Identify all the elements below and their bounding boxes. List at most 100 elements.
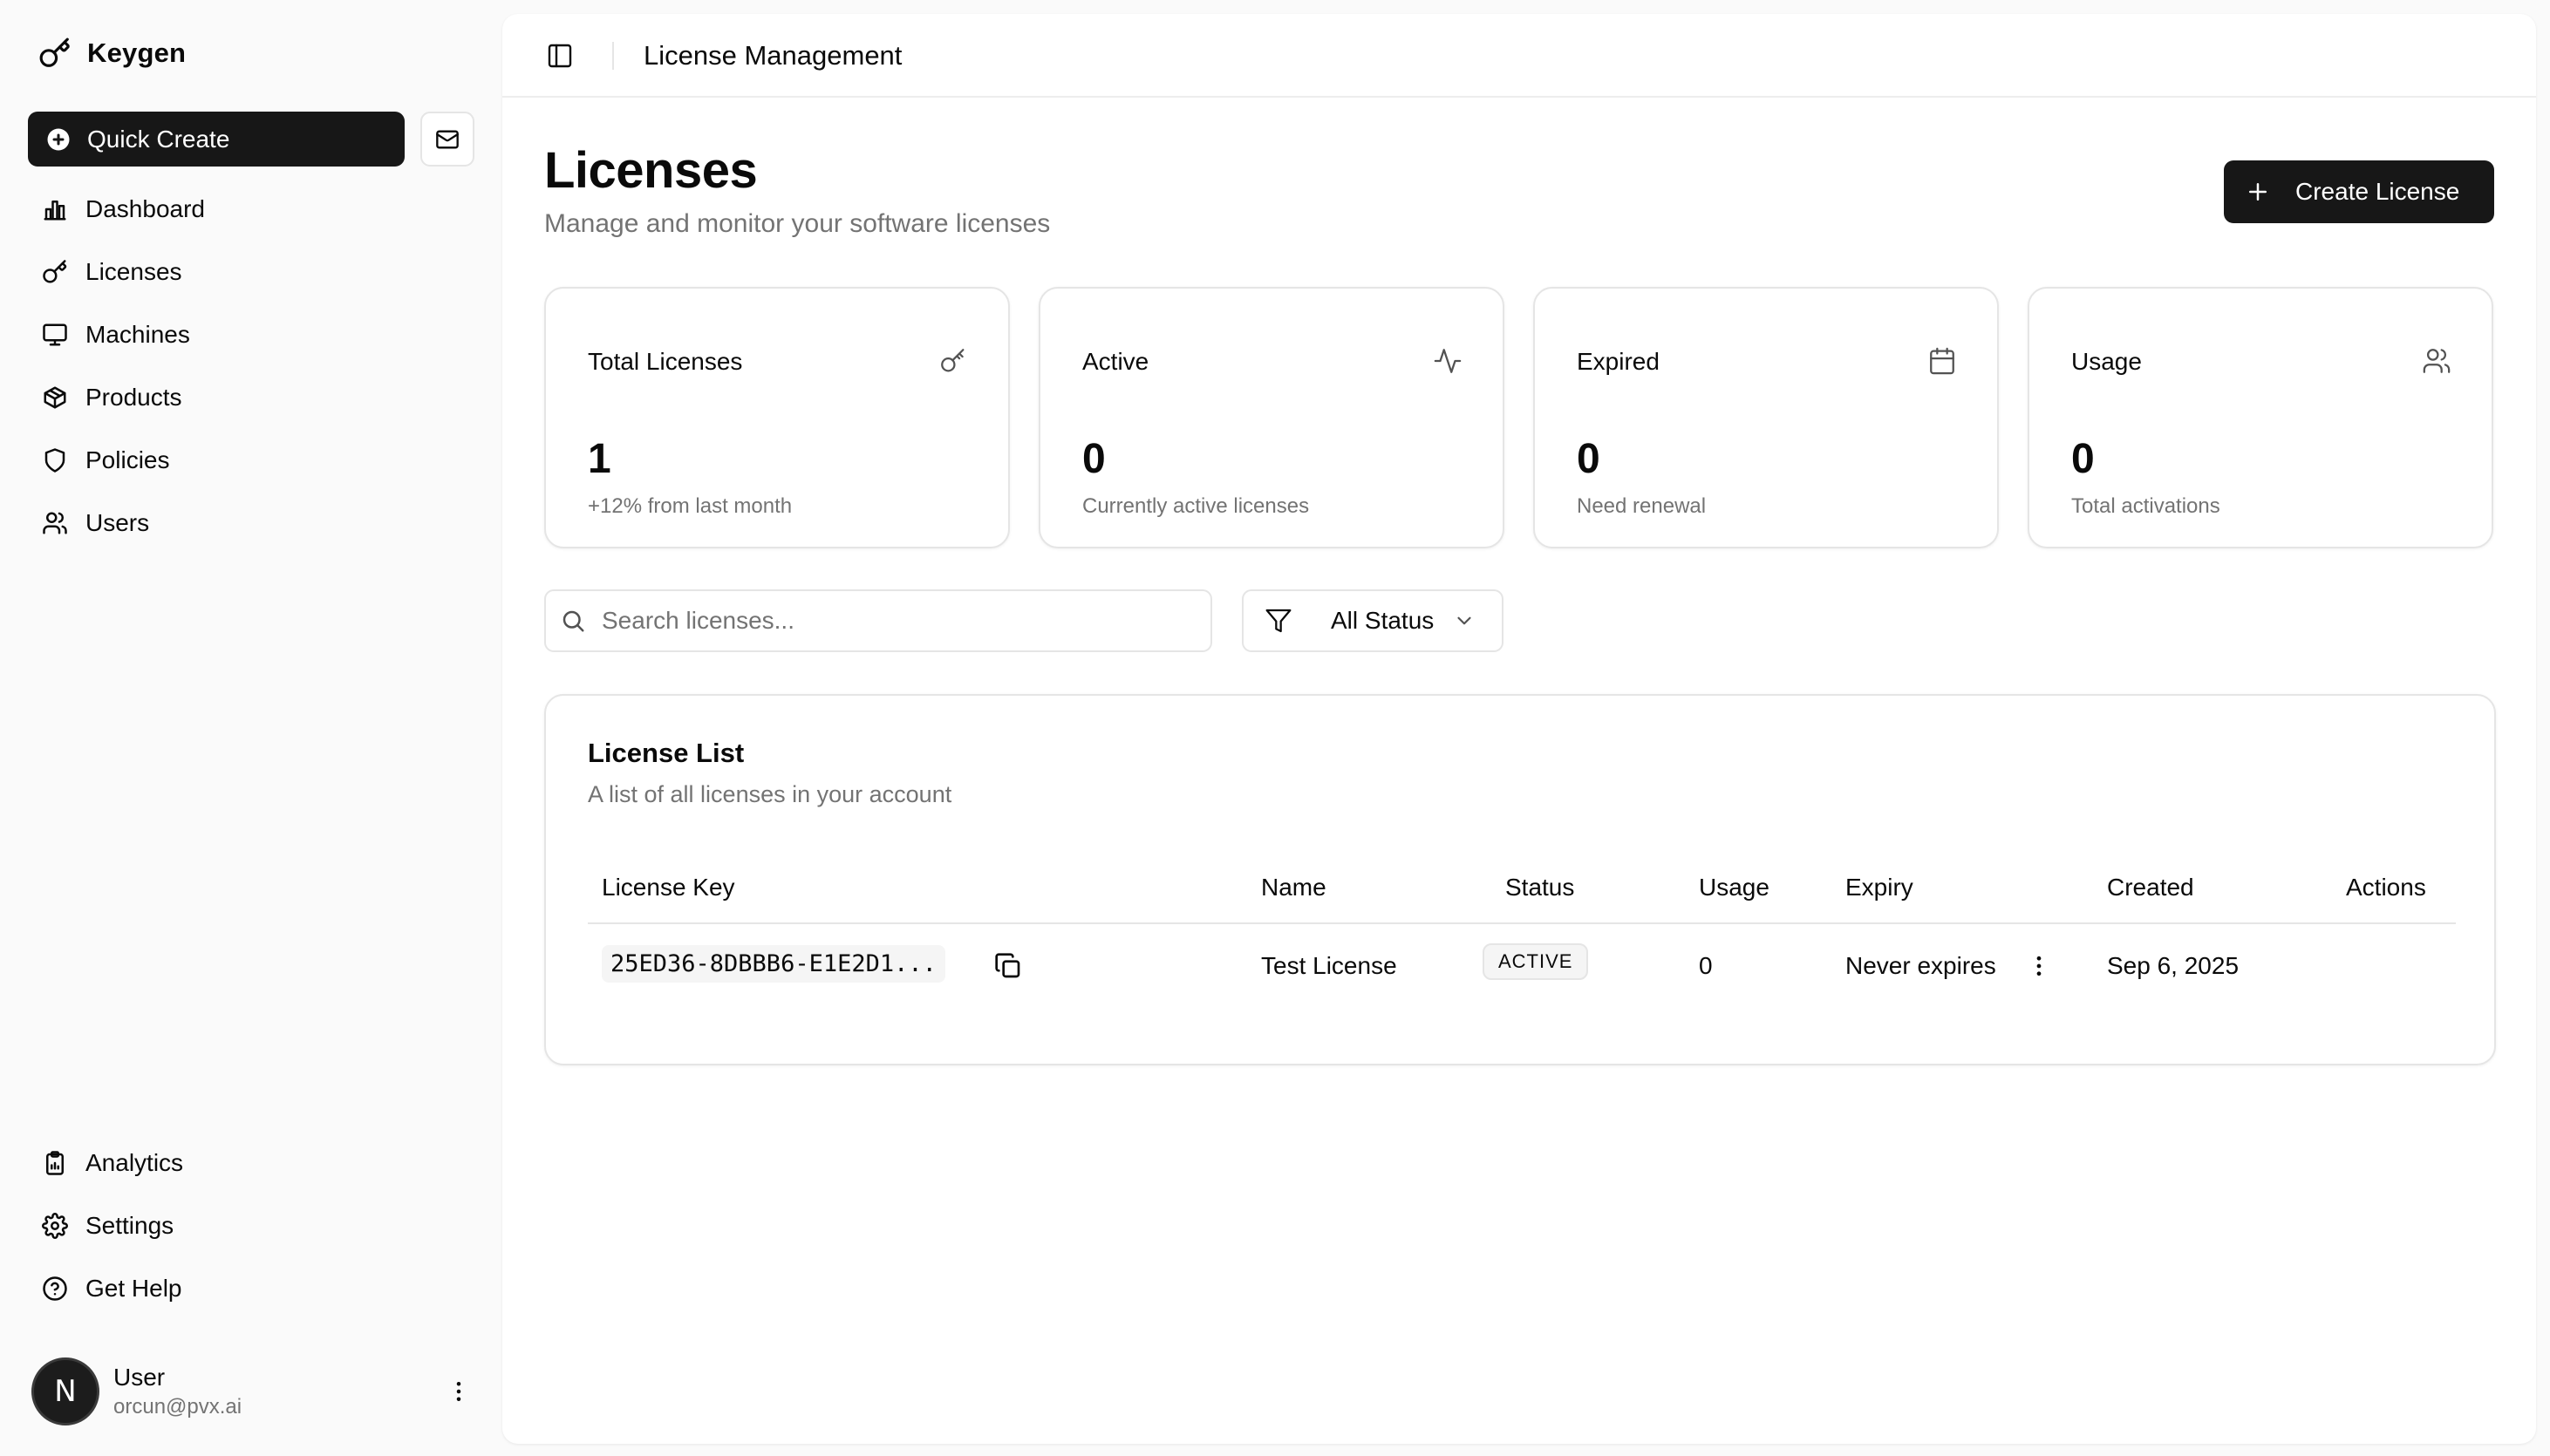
chevron-down-icon (1457, 616, 1471, 625)
panel-left-icon (548, 44, 572, 68)
sidebar-item-label: Analytics (85, 1149, 184, 1176)
sidebar-item-label: Settings (85, 1212, 174, 1239)
key-icon (39, 37, 70, 67)
sidebar-item-licenses[interactable]: Licenses (28, 245, 474, 299)
stat-note: Currently active licenses (1082, 494, 1310, 518)
more-vertical-icon (456, 1382, 461, 1401)
users-icon (2423, 349, 2451, 373)
sidebar-item-products[interactable]: Products (28, 371, 474, 425)
license-list-title: License List (588, 738, 745, 768)
table-header-divider (588, 922, 2456, 924)
stat-card-expired: Expired 0 Need renewal (1533, 287, 1999, 548)
key-icon (941, 349, 965, 372)
calendar-icon (1930, 347, 1954, 375)
column-header-usage: Usage (1699, 874, 1769, 901)
stat-value: 0 (2071, 436, 2095, 482)
sidebar: Keygen Quick Create Dashboard Licenses M… (0, 0, 502, 1456)
license-list-card: License List A list of all licenses in y… (544, 694, 2496, 1065)
stat-note: Need renewal (1577, 494, 1707, 518)
package-icon (44, 386, 66, 409)
quick-create-button[interactable]: Quick Create (28, 112, 405, 167)
brand[interactable]: Keygen (38, 37, 186, 70)
column-header-actions: Actions (2346, 874, 2426, 901)
status-badge: ACTIVE (1483, 943, 1589, 980)
stat-value: 1 (588, 436, 611, 482)
quick-create-label: Quick Create (87, 125, 230, 153)
user-card[interactable]: N User orcun@pvx.ai (31, 1357, 476, 1426)
column-header-expiry: Expiry (1845, 874, 1913, 901)
shield-icon (44, 448, 65, 473)
copy-key-button[interactable] (991, 949, 1026, 983)
sidebar-item-policies[interactable]: Policies (28, 433, 474, 487)
stat-card-usage: Usage 0 Total activations (2028, 287, 2493, 548)
page-subtitle: Manage and monitor your software license… (544, 209, 1051, 238)
gear-icon (42, 1213, 68, 1239)
status-filter-value: All Status (1331, 607, 1435, 634)
avatar: N (31, 1357, 99, 1425)
inbox-button[interactable] (420, 112, 474, 167)
activity-icon (1434, 349, 1462, 373)
clipboard-icon (46, 1151, 64, 1175)
license-usage: 0 (1699, 952, 1713, 979)
license-key: 25ED36-8DBBB6-E1E2D1... (602, 945, 945, 983)
search-box (544, 589, 1212, 652)
main-panel: License Management Licenses Manage and m… (502, 14, 2536, 1444)
stat-card-active: Active 0 Currently active licenses (1039, 287, 1504, 548)
license-expiry: Never expires (1845, 952, 1996, 979)
row-actions-button[interactable] (2022, 949, 2056, 983)
sidebar-item-settings[interactable]: Settings (28, 1199, 474, 1253)
brand-name: Keygen (87, 37, 187, 68)
copy-icon (995, 953, 1020, 978)
stat-value: 0 (1577, 436, 1600, 482)
topbar-divider (612, 42, 614, 70)
search-icon (562, 610, 584, 632)
sidebar-item-label: Products (85, 384, 182, 411)
create-license-label: Create License (2295, 178, 2460, 205)
stat-title: Active (1082, 348, 1149, 375)
more-vertical-icon (2036, 956, 2042, 976)
page-title: Licenses (544, 142, 758, 199)
license-list-description: A list of all licenses in your account (588, 781, 952, 807)
license-created: Sep 6, 2025 (2107, 952, 2240, 979)
sidebar-item-label: Machines (85, 321, 190, 348)
bar-chart-icon (44, 201, 66, 221)
help-circle-icon (43, 1276, 67, 1301)
stat-title: Expired (1577, 348, 1660, 375)
plus-icon (2249, 183, 2267, 201)
create-license-button[interactable]: Create License (2224, 160, 2494, 223)
stat-note: +12% from last month (588, 494, 793, 518)
stat-value: 0 (1082, 436, 1106, 482)
sidebar-item-label: Dashboard (85, 195, 205, 222)
sidebar-item-label: Get Help (85, 1275, 182, 1302)
sidebar-item-users[interactable]: Users (28, 496, 474, 550)
stat-note: Total activations (2071, 494, 2220, 518)
monitor-icon (43, 323, 67, 346)
sidebar-item-label: Licenses (85, 258, 182, 285)
sidebar-toggle-button[interactable] (544, 40, 576, 71)
search-input[interactable] (602, 607, 1195, 635)
plus-circle-icon (47, 128, 70, 150)
user-email: orcun@pvx.ai (113, 1395, 242, 1419)
stat-title: Total Licenses (588, 348, 743, 375)
topbar: License Management (502, 14, 2536, 98)
mail-icon (436, 130, 459, 148)
sidebar-item-machines[interactable]: Machines (28, 308, 474, 362)
sidebar-item-label: Policies (85, 446, 170, 473)
user-name: User (113, 1364, 166, 1391)
sidebar-item-label: Users (85, 509, 150, 536)
sidebar-item-get-help[interactable]: Get Help (28, 1262, 474, 1316)
users-icon (43, 512, 67, 534)
filter-icon (1265, 609, 1292, 633)
topbar-title: License Management (644, 40, 903, 71)
status-filter-select[interactable]: All Status (1242, 589, 1503, 652)
column-header-status: Status (1505, 874, 1575, 901)
column-header-name: Name (1261, 874, 1326, 901)
license-name: Test License (1261, 952, 1397, 979)
column-header-license-key: License Key (602, 874, 735, 901)
key-icon (43, 260, 67, 283)
sidebar-item-analytics[interactable]: Analytics (28, 1136, 474, 1190)
user-text: User orcun@pvx.ai (113, 1364, 242, 1419)
user-menu-button[interactable] (443, 1376, 474, 1407)
stat-title: Usage (2071, 348, 2142, 375)
sidebar-item-dashboard[interactable]: Dashboard (28, 182, 474, 236)
